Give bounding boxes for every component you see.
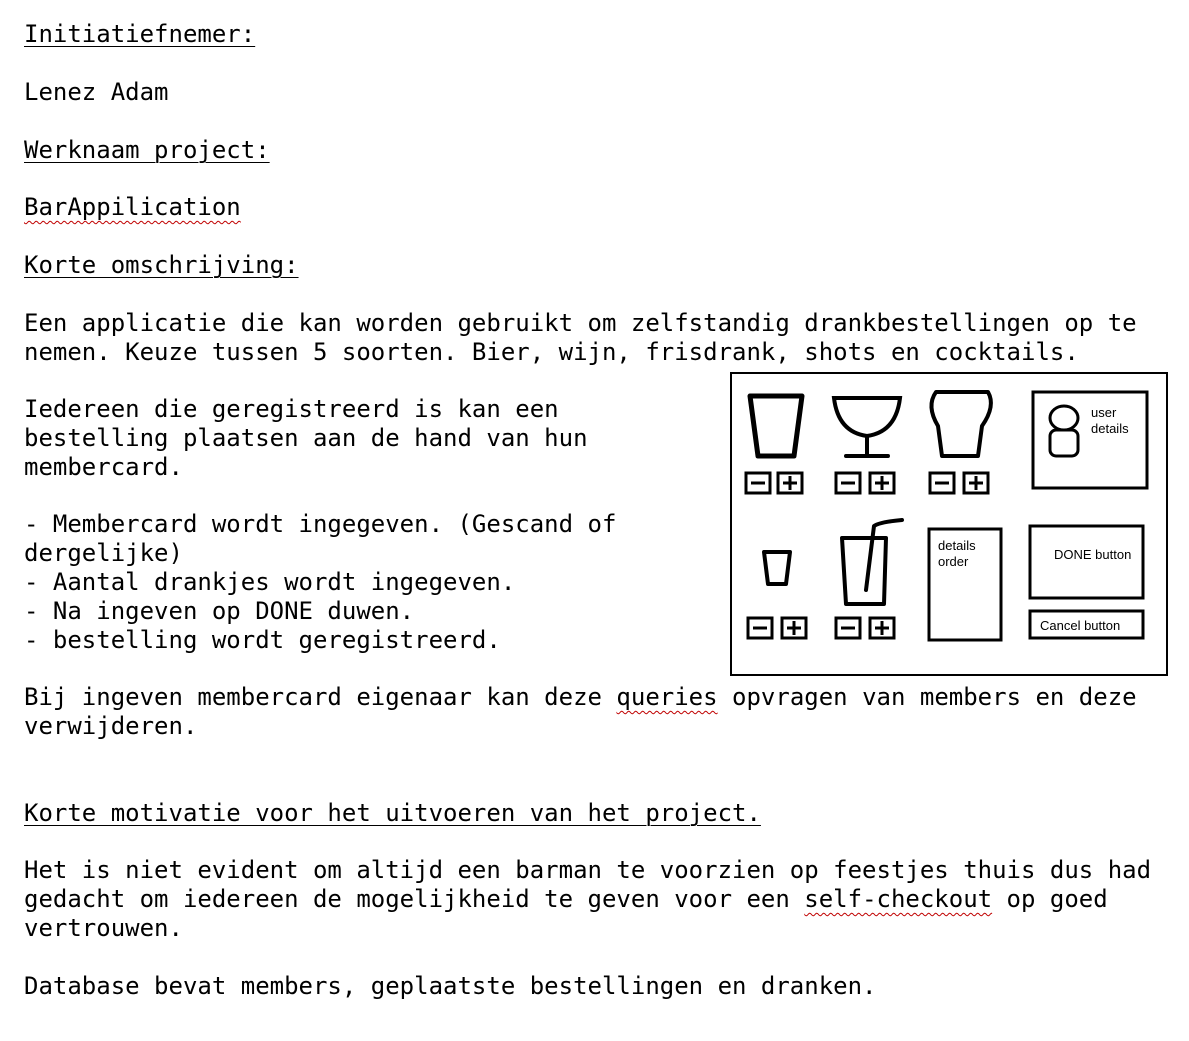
motivation-heading: Korte motivatie voor het uitvoeren van h… (24, 799, 761, 827)
description-line: nemen. Keuze tussen 5 soorten. Bier, wij… (24, 338, 1079, 366)
motivation-self-checkout: self-checkout (804, 885, 993, 913)
step-line: dergelijke) (24, 539, 183, 567)
motivation-text: op goed (992, 885, 1108, 913)
owner-line: Bij ingeven membercard eigenaar kan deze… (24, 683, 1137, 712)
project-heading: Werknaam project: (24, 136, 270, 164)
ui-sketch: user details details order DONE button C… (730, 372, 1168, 676)
step-line: - Membercard wordt ingegeven. (Gescand o… (24, 510, 617, 538)
registered-line: Iedereen die geregistreerd is kan een (24, 395, 559, 423)
motivation-text: gedacht om iedereen de mogelijkheid te g… (24, 885, 805, 913)
step-line: - Aantal drankjes wordt ingegeven. (24, 568, 516, 596)
motivation-line: vertrouwen. (24, 914, 183, 942)
document-page: Initiatiefnemer: Lenez Adam Werknaam pro… (0, 0, 1189, 1041)
registered-line: bestelling plaatsen aan de hand van hun (24, 424, 588, 452)
owner-text: opvragen van members en deze (717, 683, 1137, 711)
step-line: - bestelling wordt geregistreerd. (24, 626, 501, 654)
database-line: Database bevat members, geplaatste beste… (24, 972, 877, 1000)
details-order-label: details (938, 538, 976, 553)
owner-queries: queries (616, 683, 718, 711)
user-details-label: details (1091, 421, 1129, 436)
description-line: Een applicatie die kan worden gebruikt o… (24, 309, 1137, 337)
initiator-name: Lenez Adam (24, 78, 169, 106)
description-heading: Korte omschrijving: (24, 251, 299, 279)
ui-sketch-drawing: user details details order DONE button C… (730, 372, 1168, 676)
user-details-label: user (1091, 405, 1117, 420)
motivation-line: gedacht om iedereen de mogelijkheid te g… (24, 885, 1108, 914)
cancel-button-label: Cancel button (1040, 618, 1120, 633)
done-button-label: DONE button (1054, 547, 1131, 562)
project-name: BarAppilication (24, 193, 241, 221)
initiator-heading: Initiatiefnemer: (24, 20, 256, 48)
details-order-label: order (938, 554, 969, 569)
owner-line: verwijderen. (24, 712, 198, 740)
owner-text: Bij ingeven membercard eigenaar kan deze (24, 683, 617, 711)
registered-line: membercard. (24, 453, 183, 481)
motivation-line: Het is niet evident om altijd een barman… (24, 856, 1152, 884)
step-line: - Na ingeven op DONE duwen. (24, 597, 415, 625)
